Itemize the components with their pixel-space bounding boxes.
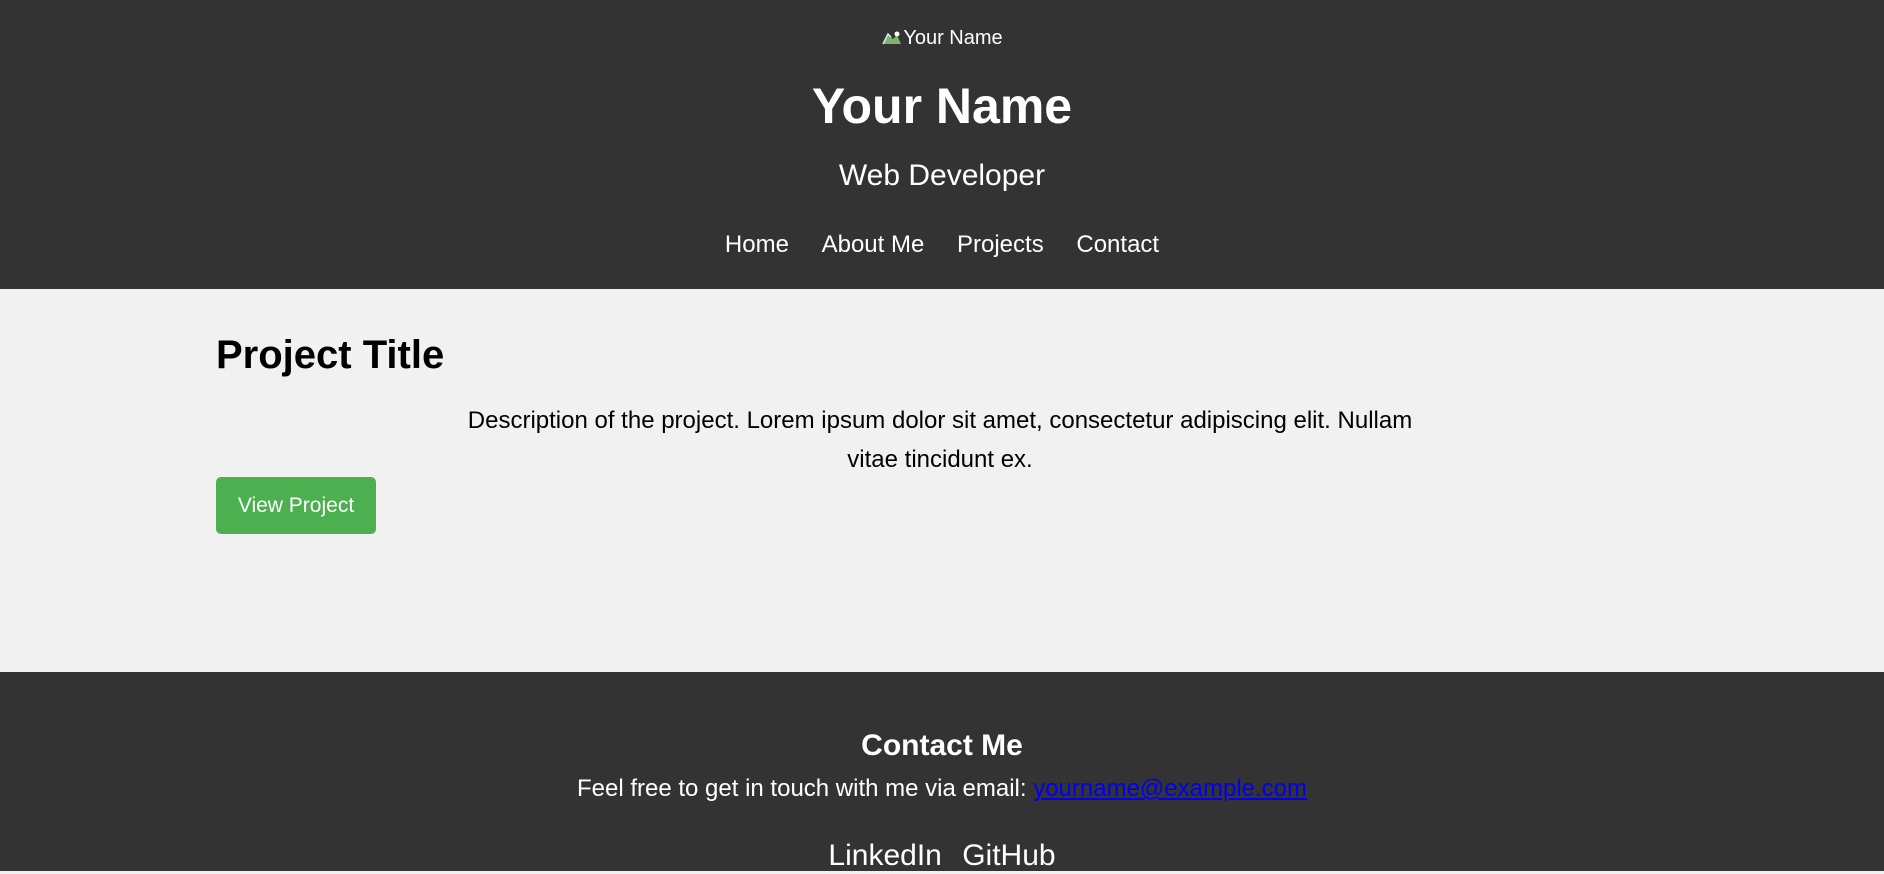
- nav-about-me[interactable]: About Me: [822, 231, 925, 258]
- contact-text-label: Feel free to get in touch with me via em…: [576, 775, 1034, 802]
- view-project-button[interactable]: View Project: [216, 477, 376, 534]
- linkedin-link[interactable]: LinkedIn: [828, 839, 941, 872]
- project-section: Project Title Description of the project…: [0, 289, 1884, 672]
- logo: Your Name: [0, 26, 1884, 52]
- site-footer: Contact Me Feel free to get in touch wit…: [0, 672, 1884, 874]
- nav-contact[interactable]: Contact: [1076, 231, 1159, 258]
- contact-heading: Contact Me: [861, 729, 1023, 762]
- main-nav: Home About Me Projects Contact: [0, 230, 1884, 260]
- logo-image: Your Name: [881, 26, 1003, 50]
- nav-projects[interactable]: Projects: [957, 231, 1044, 258]
- contact-text: Feel free to get in touch with me via em…: [0, 774, 1884, 804]
- site-role: Web Developer: [838, 159, 1046, 192]
- social-links: LinkedIn GitHub: [0, 838, 1884, 874]
- nav-home[interactable]: Home: [725, 231, 789, 258]
- email-link[interactable]: yourname@example.com: [1033, 775, 1307, 802]
- site-name: Your Name: [811, 78, 1073, 134]
- github-link[interactable]: GitHub: [962, 839, 1055, 872]
- project-description: Description of the project. Lorem ipsum …: [467, 407, 1413, 473]
- logo-alt-text: Your Name: [903, 27, 1003, 49]
- broken-image-icon: [881, 30, 903, 46]
- project-title: Project Title: [216, 333, 445, 377]
- site-header: Your Name Your Name Web Developer Home A…: [0, 0, 1884, 289]
